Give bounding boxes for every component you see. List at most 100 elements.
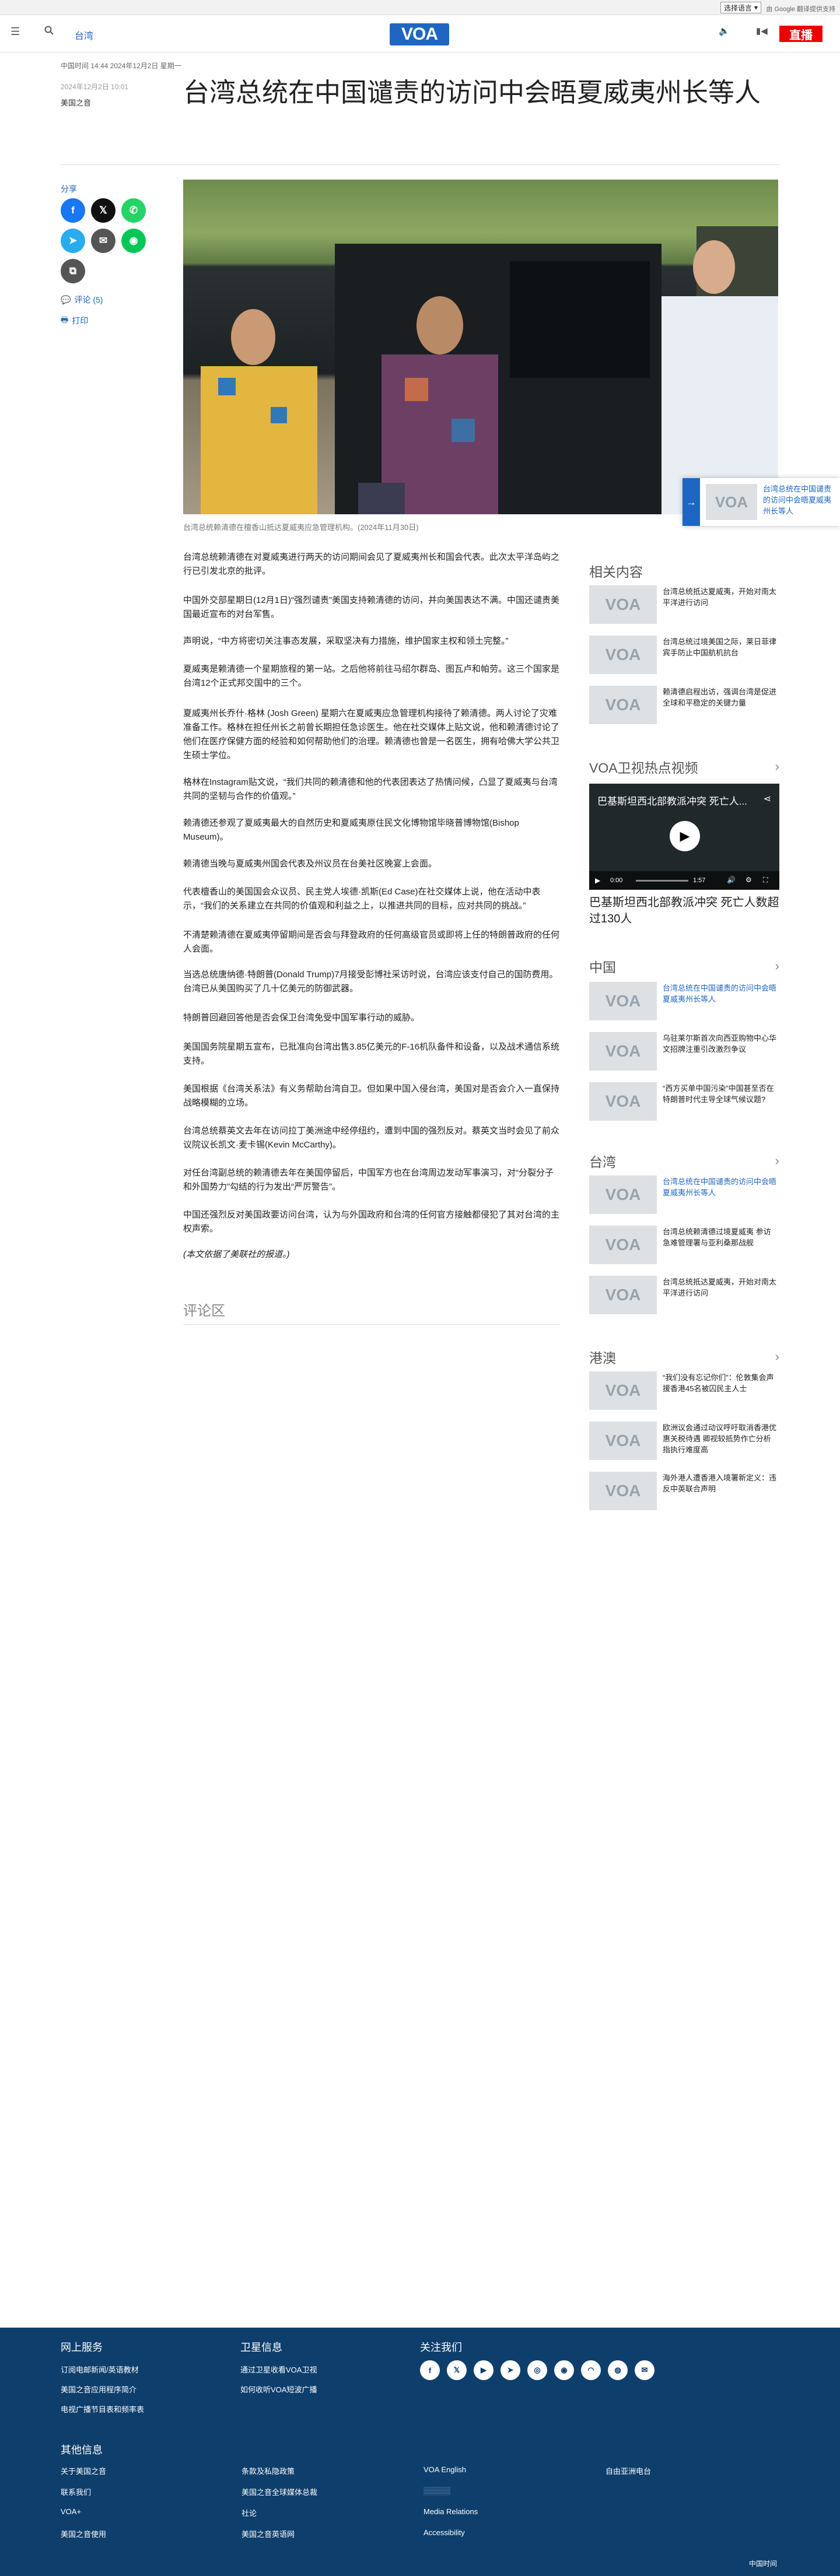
sidebar-item[interactable]: VOA 赖清德启程出访，强调台湾是促进全球和平稳定的关键力量 <box>589 686 779 724</box>
print-link[interactable]: 🖶 打印 <box>61 314 88 328</box>
fullscreen-icon[interactable]: ⛶ <box>763 876 768 885</box>
footer-link[interactable]: 条款及私隐政策 <box>242 2465 295 2476</box>
top-bar: 选择语言 ▾ 由 Google 翻译提供支持 <box>0 0 840 15</box>
footer-link[interactable]: 订阅电邮新闻/英语教材 <box>61 2364 139 2375</box>
video-heading[interactable]: VOA卫视热点视频 › <box>589 757 779 777</box>
article-paragraph: 美国根据《台湾关系法》有义务帮助台湾自卫。但如果中国入侵台湾，美国对是否会介入一… <box>183 1084 560 1108</box>
sidebar-heading-taiwan[interactable]: 台湾 › <box>589 1151 779 1171</box>
article-paragraph: 中国还强烈反对美国政要访问台湾，认为与外国政府和台湾的任何官方接触都侵犯了其对台… <box>183 1210 560 1234</box>
thumbnail: VOA <box>589 1032 657 1071</box>
sticky-related-card[interactable]: → VOA 台湾总统在中国谴责的访问中会晤夏威夷州长等人 <box>682 478 840 526</box>
video-caption[interactable]: 巴基斯坦西北部教派冲突 死亡人数超过130人 <box>589 894 779 927</box>
footer-link[interactable]: 如何收听VOA短波广播 <box>240 2384 317 2395</box>
article-datetime: 中国时间 14:44 2024年12月2日 星期一 <box>61 62 181 70</box>
youtube-icon[interactable]: ▶ <box>474 2360 494 2380</box>
chevron-right-icon: › <box>775 759 779 774</box>
author[interactable]: 美国之音 <box>61 97 91 108</box>
published-date: 2024年12月2日 10:01 <box>61 83 129 91</box>
podcast-alt-icon[interactable]: ◍ <box>608 2360 628 2380</box>
article-paragraph: 当选总统唐纳德·特朗普(Donald Trump)7月接受彭博社采访时说，台湾应… <box>183 970 558 994</box>
sidebar-item[interactable]: VOA 台湾总统抵达夏威夷，开始对南太平洋进行访问 <box>589 585 779 624</box>
line-share-icon[interactable]: ◉ <box>121 229 146 253</box>
video-icon[interactable]: ▮◀ <box>756 26 768 36</box>
progress-bar[interactable] <box>636 880 688 882</box>
arrow-right-icon[interactable]: → <box>682 478 700 526</box>
live-button[interactable]: 直播 <box>779 26 822 42</box>
sidebar-item-title: 海外港人遭香港入境署新定义：违反中英联合声明 <box>663 1473 777 1493</box>
sidebar-heading-hongkong[interactable]: 港澳 › <box>589 1347 779 1367</box>
audio-icon[interactable]: 🔈 <box>719 26 730 36</box>
sidebar-heading-china[interactable]: 中国 › <box>589 956 779 976</box>
footer-satellite-heading: 卫星信息 <box>240 2342 282 2353</box>
sidebar-item[interactable]: VOA 台湾总统在中国谴责的访问中会晤夏威夷州长等人 <box>589 1175 779 1214</box>
article-paragraph: 台湾总统赖清德在对夏威夷进行两天的访问期间会见了夏威夷州长和国会代表。此次太平洋… <box>183 552 560 576</box>
play-small-icon[interactable]: ▶ <box>595 876 600 885</box>
footer-link[interactable]: 通过卫星收看VOA卫视 <box>240 2364 317 2375</box>
sidebar-heading-label: 港澳 <box>589 1350 616 1366</box>
thumbnail: VOA <box>589 1175 657 1214</box>
footer-link[interactable]: 美国之音英语网 <box>242 2528 295 2539</box>
footer-link[interactable]: 电视广播节目表和频率表 <box>61 2403 144 2414</box>
footer-link-placeholder[interactable]: ▒▒▒▒▒ <box>424 2486 450 2495</box>
telegram-share-icon[interactable]: ➤ <box>61 229 85 253</box>
settings-icon[interactable]: ⚙ <box>746 876 752 884</box>
article-paragraph: 赖清德还参观了夏威夷最大的自然历史和夏威夷原住民文化博物馆毕晓普博物馆(Bish… <box>183 818 519 842</box>
sidebar-item-title: 台湾总统在中国谴责的访问中会晤夏威夷州长等人 <box>663 984 777 1003</box>
footer-link[interactable]: 美国之音使用 <box>61 2528 106 2539</box>
email-share-icon[interactable]: ✉ <box>91 229 116 253</box>
search-icon[interactable] <box>44 26 54 38</box>
sidebar-item[interactable]: VOA 台湾总统过境美国之际，莱日菲律宾手防止中国航机抗台 <box>589 636 779 674</box>
language-select[interactable]: 选择语言 ▾ <box>720 2 761 13</box>
volume-icon[interactable]: 🔊 <box>727 876 736 884</box>
footer-link[interactable]: 联系我们 <box>61 2486 91 2497</box>
sidebar-item[interactable]: VOA 欧洲议会通过动议呼吁取消香港优惠关税待遇 卿视较抵势作亡分析指执行难度高 <box>589 1422 779 1460</box>
footer-link[interactable]: 美国之音全球媒体总裁 <box>242 2486 317 2497</box>
x-icon[interactable]: 𝕏 <box>447 2360 467 2380</box>
play-icon[interactable]: ▶ <box>670 821 700 851</box>
footer-link[interactable]: Media Relations <box>424 2507 478 2516</box>
rss-icon[interactable]: ◠ <box>581 2360 601 2380</box>
share-icon[interactable]: ⋖ <box>764 793 771 805</box>
chevron-down-icon: ▾ <box>754 3 758 12</box>
sidebar-item[interactable]: VOA 台湾总统在中国谴责的访问中会晤夏威夷州长等人 <box>589 982 779 1020</box>
footer-link[interactable]: Accessibility <box>424 2528 465 2537</box>
facebook-share-icon[interactable]: f <box>61 198 85 223</box>
footer-link[interactable]: VOA English <box>424 2465 466 2474</box>
email-icon[interactable]: ✉ <box>635 2360 654 2380</box>
article-title: 台湾总统在中国谴责的访问中会晤夏威夷州长等人 <box>183 78 761 107</box>
section-link[interactable]: 台湾 <box>75 28 93 42</box>
whatsapp-share-icon[interactable]: ✆ <box>121 198 146 223</box>
voa-logo[interactable]: VOA <box>390 23 449 45</box>
article-paragraph: (本文依据了美联社的报道。) <box>183 1250 290 1259</box>
sidebar-item[interactable]: VOA “我们没有忘记你们”：伦敦集会声援香港45名被囚民主人士 <box>589 1371 779 1410</box>
thumbnail: VOA <box>706 484 757 520</box>
thumbnail: VOA <box>589 1226 657 1264</box>
sidebar-item[interactable]: VOA 海外港人遭香港入境署新定义：违反中英联合声明 <box>589 1472 779 1510</box>
video-player[interactable]: 巴基斯坦西北部教派冲突 死亡人... ⋖ ▶ ▶ 0:00 1:57 🔊 ⚙ ⛶ <box>589 784 779 890</box>
sidebar-item[interactable]: VOA “西方买单中国污染”中国甚至否在特朗普时代主导全球气候议题? <box>589 1082 779 1121</box>
print-link-label: 打印 <box>72 316 89 325</box>
podcast-icon[interactable]: ◉ <box>554 2360 574 2380</box>
footer-link[interactable]: 美国之音应用程序简介 <box>61 2384 136 2395</box>
footer-link[interactable]: 自由亚洲电台 <box>606 2465 651 2476</box>
facebook-icon[interactable]: f <box>420 2360 440 2380</box>
sidebar-item[interactable]: VOA 台湾总统赖清德过境夏威夷 参访急难管理署与亚利桑那战舰 <box>589 1226 779 1264</box>
footer-link[interactable]: 关于美国之音 <box>61 2465 106 2476</box>
article-photo <box>183 180 778 514</box>
instagram-icon[interactable]: ◎ <box>527 2360 547 2380</box>
thumbnail: VOA <box>589 1276 657 1314</box>
article-paragraph: 代表檀香山的美国国会众议员、民主党人埃德·凯斯(Ed Case)在社交媒体上说，… <box>183 887 541 911</box>
sidebar-item-title: 台湾总统抵达夏威夷，开始对南太平洋进行访问 <box>663 1278 777 1297</box>
footer-link[interactable]: VOA+ <box>61 2507 81 2516</box>
footer-link[interactable]: 社论 <box>242 2507 257 2518</box>
copy-link-icon[interactable]: ⧉ <box>61 259 85 283</box>
menu-icon[interactable]: ☰ <box>10 26 20 38</box>
sidebar-item[interactable]: VOA 乌驻莱尔斯首次向西亚购物中心华文招牌注重引改激烈争议 <box>589 1032 779 1071</box>
sidebar-item[interactable]: VOA 台湾总统抵达夏威夷，开始对南太平洋进行访问 <box>589 1276 779 1314</box>
sidebar-item-title: 台湾总统在中国谴责的访问中会晤夏威夷州长等人 <box>663 1177 777 1197</box>
x-share-icon[interactable]: 𝕏 <box>91 198 116 223</box>
sidebar-heading-related[interactable]: 相关内容 <box>589 561 779 581</box>
telegram-icon[interactable]: ➤ <box>501 2360 520 2380</box>
sidebar-heading-label: 台湾 <box>589 1154 616 1170</box>
comments-link[interactable]: 💬 评论 (5) <box>61 294 103 306</box>
